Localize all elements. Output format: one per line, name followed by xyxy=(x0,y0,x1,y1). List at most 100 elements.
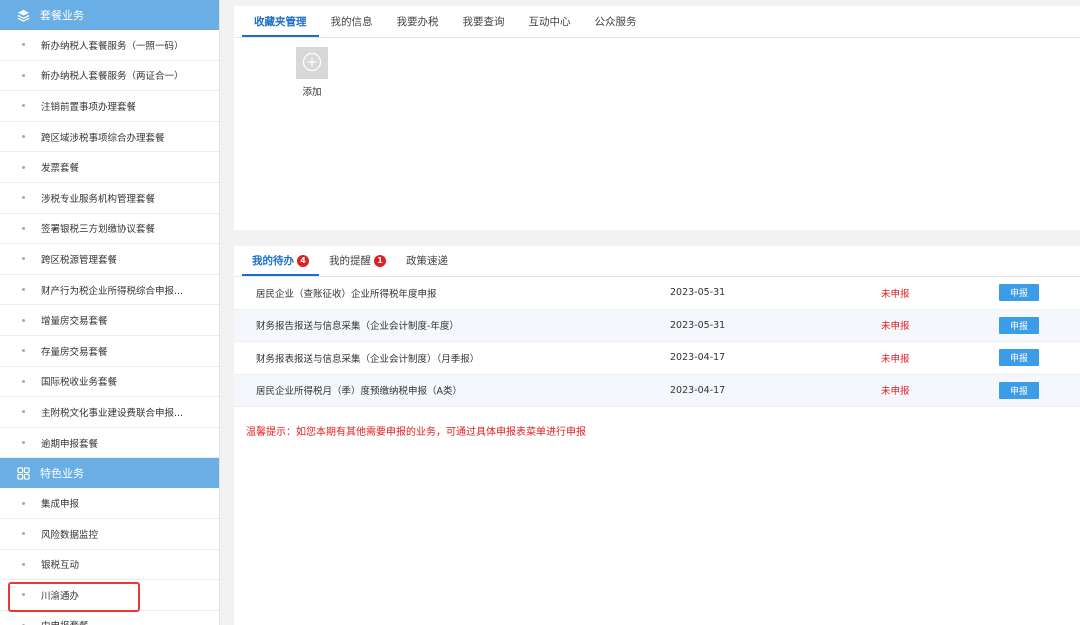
sidebar-item[interactable]: 财产行为税企业所得税综合申报... xyxy=(0,275,219,306)
sidebar-item-label: 逾期申报套餐 xyxy=(41,438,99,450)
declare-button[interactable]: 申报 xyxy=(999,316,1039,334)
status-text: 未申报 xyxy=(881,353,910,365)
sidebar-item-label: 财产行为税企业所得税综合申报... xyxy=(41,285,184,297)
sidebar-item[interactable]: 银税互动 xyxy=(0,550,219,581)
declare-button[interactable]: 申报 xyxy=(999,381,1039,399)
bullet-dot-icon xyxy=(22,73,25,77)
top-tab-bar: 收藏夹管理 我的信息 我要办税 我要查询 互动中心 公众服务 xyxy=(234,6,1080,38)
bullet-dot-icon xyxy=(22,135,25,139)
sidebar-item-label: 跨区域涉税事项综合办理套餐 xyxy=(41,132,165,144)
todo-date: 2023-05-31 xyxy=(670,287,726,299)
sidebar-item[interactable]: 签署银税三方划缴协议套餐 xyxy=(0,214,219,245)
todo-tab[interactable]: 政策速递 xyxy=(396,253,458,276)
todo-row: 居民企业（查账征收）企业所得税年度申报 2023-05-31 未申报 申报 xyxy=(234,277,1080,310)
bullet-dot-icon xyxy=(22,441,25,445)
todo-name[interactable]: 财务报告报送与信息采集（企业会计制度-年度） xyxy=(256,318,459,332)
bullet-dot-icon xyxy=(22,532,25,536)
section-header-package[interactable]: 套餐业务 xyxy=(0,0,219,30)
status-text: 未申报 xyxy=(881,386,910,398)
section-title: 特色业务 xyxy=(40,467,84,481)
todo-panel: 我的待办 4 我的提醒 1 政策速递 居民企业（查账征收）企业所得税年度申报 2023-0… xyxy=(234,246,1080,625)
top-tab[interactable]: 收藏夹管理 xyxy=(242,14,319,37)
section-header-feature[interactable]: 特色业务 xyxy=(0,458,219,489)
bullet-dot-icon xyxy=(22,104,25,108)
sidebar-item-label: 存量房交易套餐 xyxy=(41,346,108,358)
sidebar-item[interactable]: 涉税专业服务机构管理套餐 xyxy=(0,183,219,214)
bullet-dot-icon xyxy=(22,288,25,292)
sidebar-item-label: 国际税收业务套餐 xyxy=(41,377,118,389)
bullet-dot-icon xyxy=(22,593,25,597)
declare-button[interactable]: 申报 xyxy=(999,284,1039,302)
sidebar: 套餐业务 新办纳税人套餐服务（一照一码） 新办纳税人套餐服务（两证合一） 注销前置事… xyxy=(0,0,220,625)
sidebar-item-label: 银税互动 xyxy=(41,560,80,572)
sidebar-item-label: 川渝通办 xyxy=(41,590,80,602)
status-text: 未申报 xyxy=(881,288,910,300)
sidebar-item[interactable]: 中申报套餐 xyxy=(0,611,219,625)
add-favorite-button[interactable] xyxy=(296,47,328,79)
sidebar-item-label: 主附税文化事业建设费联合申报... xyxy=(41,407,184,419)
todo-date: 2023-05-31 xyxy=(670,319,726,331)
sidebar-item[interactable]: 存量房交易套餐 xyxy=(0,336,219,367)
sidebar-item[interactable]: 增量房交易套餐 xyxy=(0,305,219,336)
todo-row: 财务报告报送与信息采集（企业会计制度-年度） 2023-05-31 未申报 申报 xyxy=(234,309,1080,342)
sidebar-item-label: 中申报套餐 xyxy=(41,618,89,625)
bullet-dot-icon xyxy=(22,562,25,566)
todo-name[interactable]: 居民企业所得税月（季）度预缴纳税申报（A类） xyxy=(256,383,462,397)
sidebar-item[interactable]: 新办纳税人套餐服务（两证合一） xyxy=(0,61,219,92)
bullet-dot-icon xyxy=(22,165,25,169)
todo-date: 2023-04-17 xyxy=(670,384,726,396)
todo-date: 2023-04-17 xyxy=(670,352,726,364)
todo-tab[interactable]: 我的提醒 1 xyxy=(319,253,396,276)
plus-circle-icon xyxy=(302,52,322,75)
top-tab[interactable]: 我要查询 xyxy=(451,14,517,37)
sidebar-item-label: 新办纳税人套餐服务（一照一码） xyxy=(41,40,184,52)
sidebar-item[interactable]: 集成申报 xyxy=(0,488,219,519)
sidebar-item-label: 跨区税源管理套餐 xyxy=(41,254,118,266)
sidebar-item[interactable]: 逾期申报套餐 xyxy=(0,428,219,459)
sidebar-item[interactable]: 注销前置事项办理套餐 xyxy=(0,91,219,122)
sidebar-item[interactable]: 风险数据监控 xyxy=(0,519,219,550)
sidebar-item[interactable]: 主附税文化事业建设费联合申报... xyxy=(0,397,219,428)
todo-row: 财务报表报送与信息采集（企业会计制度）（月季报） 2023-04-17 未申报 申报 xyxy=(234,342,1080,375)
bullet-dot-icon xyxy=(22,379,25,383)
todo-tab-label: 我的待办 xyxy=(252,255,294,267)
todo-tab-bar: 我的待办 4 我的提醒 1 政策速递 xyxy=(234,246,1080,277)
section-title: 套餐业务 xyxy=(40,9,84,22)
todo-name[interactable]: 居民企业（查账征收）企业所得税年度申报 xyxy=(256,286,437,300)
sidebar-item[interactable]: 新办纳税人套餐服务（一照一码） xyxy=(0,30,219,61)
sidebar-item[interactable]: 发票套餐 xyxy=(0,152,219,183)
sidebar-item-label: 发票套餐 xyxy=(41,163,80,175)
status-text: 未申报 xyxy=(881,321,910,333)
top-tab[interactable]: 互动中心 xyxy=(517,14,583,37)
sidebar-item-label: 涉税专业服务机构管理套餐 xyxy=(41,193,156,205)
top-tab[interactable]: 公众服务 xyxy=(583,14,649,37)
sidebar-item-label: 签署银税三方划缴协议套餐 xyxy=(41,224,156,236)
bullet-dot-icon xyxy=(22,257,25,261)
layers-icon xyxy=(16,8,30,22)
sidebar-item-label: 风险数据监控 xyxy=(41,529,99,541)
sidebar-item-label: 新办纳税人套餐服务（两证合一） xyxy=(41,71,184,83)
sidebar-item[interactable]: 川渝通办 xyxy=(0,580,219,612)
favorites-panel: 收藏夹管理 我的信息 我要办税 我要查询 互动中心 公众服务 添加 xyxy=(234,6,1080,230)
count-badge: 4 xyxy=(297,254,309,267)
add-favorite-label[interactable]: 添加 xyxy=(296,84,328,98)
todo-tab-label: 政策速递 xyxy=(406,255,448,267)
sidebar-item[interactable]: 跨区域涉税事项综合办理套餐 xyxy=(0,122,219,153)
bullet-dot-icon xyxy=(22,196,25,200)
sidebar-item-label: 增量房交易套餐 xyxy=(41,316,108,328)
todo-row: 居民企业所得税月（季）度预缴纳税申报（A类） 2023-04-17 未申报 申报 xyxy=(234,374,1080,407)
sidebar-item[interactable]: 跨区税源管理套餐 xyxy=(0,244,219,275)
bullet-dot-icon xyxy=(22,43,25,47)
sidebar-item[interactable]: 国际税收业务套餐 xyxy=(0,367,219,398)
todo-name[interactable]: 财务报表报送与信息采集（企业会计制度）（月季报） xyxy=(256,351,479,365)
todo-tab[interactable]: 我的待办 4 xyxy=(242,253,319,276)
top-tab[interactable]: 我的信息 xyxy=(319,14,385,37)
top-tab[interactable]: 我要办税 xyxy=(385,14,451,37)
bullet-dot-icon xyxy=(22,318,25,322)
todo-list: 居民企业（查账征收）企业所得税年度申报 2023-05-31 未申报 申报 财务报告报送… xyxy=(234,277,1080,407)
todo-tab-label: 我的提醒 xyxy=(329,255,371,267)
sidebar-item-label: 集成申报 xyxy=(41,499,80,511)
declare-button[interactable]: 申报 xyxy=(999,349,1039,367)
bullet-dot-icon xyxy=(22,501,25,505)
bullet-dot-icon xyxy=(22,410,25,414)
